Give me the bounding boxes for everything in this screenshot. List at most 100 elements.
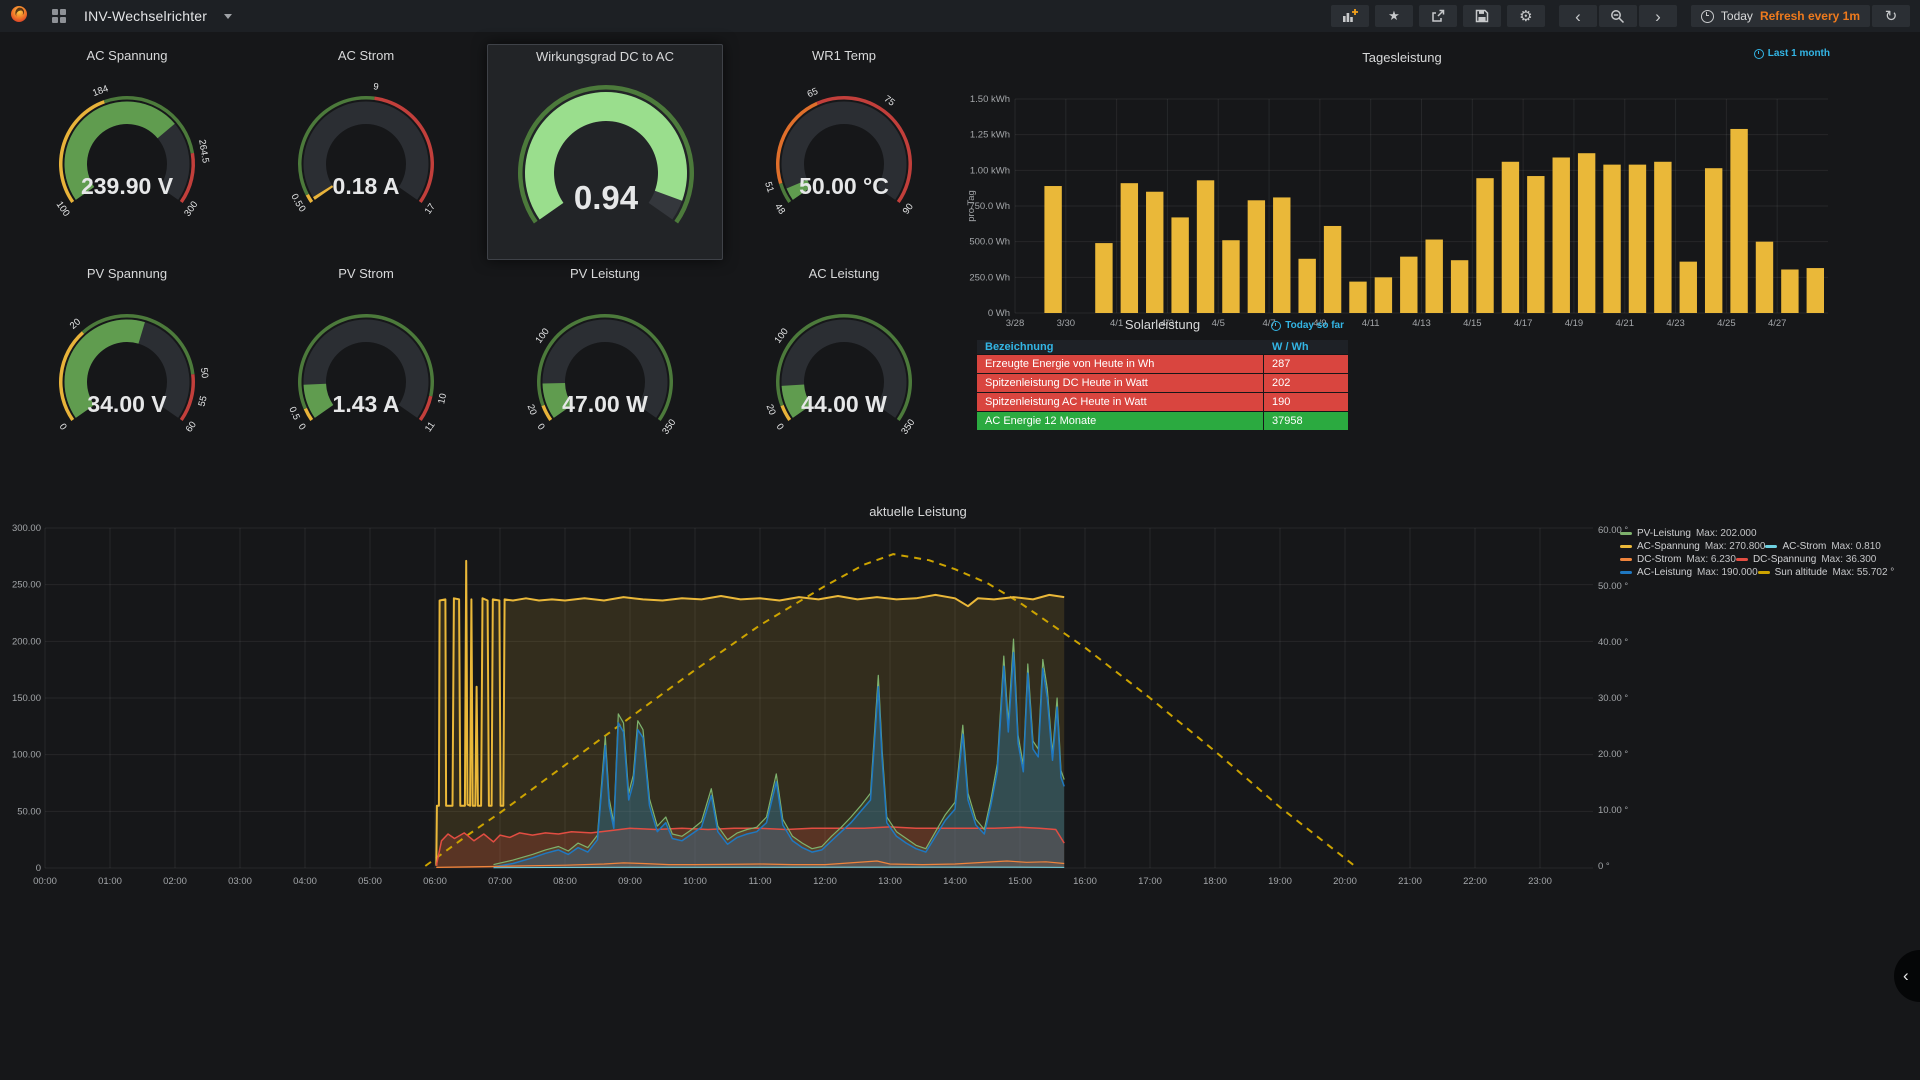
- gauge-threshold-label: 264.5: [196, 139, 211, 164]
- panel-title[interactable]: PV Strom: [248, 262, 484, 286]
- legend-item-ac-strom[interactable]: AC-StromMax: 0.810: [1765, 541, 1880, 552]
- gauge[interactable]: 100184264.5300239.90 V: [9, 68, 245, 258]
- settings-button[interactable]: ⚙: [1507, 5, 1545, 27]
- bar-4/14[interactable]: [1451, 260, 1468, 313]
- bar-4/24[interactable]: [1705, 168, 1722, 313]
- bar-4/11[interactable]: [1375, 277, 1392, 313]
- bar-4/10[interactable]: [1349, 282, 1366, 313]
- bar-4/26[interactable]: [1756, 242, 1773, 313]
- refresh-button[interactable]: ↻: [1872, 5, 1910, 27]
- share-button[interactable]: [1419, 5, 1457, 27]
- column-header[interactable]: Bezeichnung: [977, 340, 1264, 354]
- bar-4/5[interactable]: [1222, 240, 1239, 313]
- right-tick-label: 10.00 °: [1598, 805, 1628, 816]
- panel-title[interactable]: Wirkungsgrad DC to AC: [488, 45, 722, 69]
- panel-title[interactable]: PV Leistung: [487, 262, 723, 286]
- chevron-down-icon[interactable]: [224, 14, 232, 19]
- bar-4/27[interactable]: [1781, 269, 1798, 313]
- x-tick-label: 4/23: [1666, 318, 1685, 329]
- dashboard-title[interactable]: INV-Wechselrichter: [84, 8, 207, 24]
- bar-4/23[interactable]: [1680, 262, 1697, 313]
- gauge-threshold-label: 0: [57, 422, 69, 433]
- navbar: INV-Wechselrichter ★: [0, 0, 1920, 32]
- right-tick-label: 30.00 °: [1598, 693, 1628, 704]
- legend-series-max: Max: 36.300: [1821, 554, 1876, 565]
- zoom-out-button[interactable]: [1599, 5, 1637, 27]
- gauge[interactable]: 02050556034.00 V: [9, 286, 245, 476]
- star-button[interactable]: ★: [1375, 5, 1413, 27]
- time-forward-button[interactable]: ›: [1639, 5, 1677, 27]
- row-value: 202: [1264, 374, 1348, 392]
- legend-item-sun-altitude[interactable]: Sun altitudeMax: 55.702 °: [1758, 567, 1895, 578]
- legend-item-ac-leistung[interactable]: AC-LeistungMax: 190.000: [1620, 567, 1758, 578]
- bar-4/1[interactable]: [1121, 183, 1138, 313]
- x-tick-label: 20:00: [1333, 876, 1357, 887]
- bar-4/7[interactable]: [1273, 197, 1290, 313]
- add-panel-button[interactable]: [1331, 5, 1369, 27]
- panel-solarleistung: Solarleistung Today so far Bezeichnung W…: [977, 315, 1348, 435]
- panel-tagesleistung: Tagesleistung Last 1 month 0 Wh250.0 Wh5…: [962, 40, 1842, 310]
- bar-4/20[interactable]: [1603, 165, 1620, 313]
- bar-4/16[interactable]: [1502, 162, 1519, 313]
- bar-4/2[interactable]: [1146, 192, 1163, 313]
- legend-series-name: AC-Leistung: [1637, 567, 1692, 578]
- left-tick-label: 0: [36, 863, 41, 874]
- bar-4/17[interactable]: [1527, 176, 1544, 313]
- gauge[interactable]: 485165759050.00 °C: [726, 68, 962, 258]
- legend-item-dc-spannung[interactable]: DC-SpannungMax: 36.300: [1736, 554, 1876, 565]
- legend-row: DC-StromMax: 6.230DC-SpannungMax: 36.300: [1620, 553, 1894, 566]
- bar-4/9[interactable]: [1324, 226, 1341, 313]
- gauge-threshold-label: 48: [772, 202, 787, 217]
- bar-3/29[interactable]: [1044, 186, 1061, 313]
- legend-item-pv-leistung[interactable]: PV-LeistungMax: 202.000: [1620, 528, 1757, 539]
- gauge-threshold-label: 100: [54, 199, 72, 218]
- panel-title[interactable]: AC Strom: [248, 44, 484, 68]
- legend-item-ac-spannung[interactable]: AC-SpannungMax: 270.800: [1620, 541, 1765, 552]
- grafana-logo-icon[interactable]: [10, 5, 28, 28]
- legend-series-name: PV-Leistung: [1637, 528, 1691, 539]
- x-tick-label: 19:00: [1268, 876, 1292, 887]
- bar-4/15[interactable]: [1476, 178, 1493, 313]
- gauge-threshold-label: 75: [882, 94, 897, 109]
- panel-title-tagesleistung[interactable]: Tagesleistung: [962, 46, 1842, 70]
- bar-4/4[interactable]: [1197, 180, 1214, 313]
- bar-4/19[interactable]: [1578, 153, 1595, 313]
- bar-4/6[interactable]: [1248, 200, 1265, 313]
- bar-4/22[interactable]: [1654, 162, 1671, 313]
- bar-4/8[interactable]: [1298, 259, 1315, 313]
- tagesleistung-bar-chart[interactable]: 0 Wh250.0 Wh500.0 Wh750.0 Wh1.00 kWh1.25…: [962, 70, 1842, 336]
- bar-4/13[interactable]: [1426, 240, 1443, 313]
- column-header[interactable]: W / Wh: [1264, 340, 1309, 354]
- panel-title[interactable]: AC Spannung: [9, 44, 245, 68]
- save-button[interactable]: [1463, 5, 1501, 27]
- bar-4/3[interactable]: [1171, 217, 1188, 313]
- collapse-button[interactable]: ‹: [1894, 950, 1920, 1002]
- row-value: 37958: [1264, 412, 1348, 430]
- bar-3/31[interactable]: [1095, 243, 1112, 313]
- gauge[interactable]: 0.94: [488, 69, 724, 259]
- time-nav-group: ‹ ›: [1559, 5, 1677, 27]
- refresh-interval-label[interactable]: Refresh every 1m: [1760, 9, 1860, 23]
- gauge[interactable]: 02010035047.00 W: [487, 286, 723, 476]
- gauge[interactable]: 02010035044.00 W: [726, 286, 962, 476]
- bar-4/12[interactable]: [1400, 257, 1417, 313]
- panel-title[interactable]: AC Leistung: [726, 262, 962, 286]
- bar-4/18[interactable]: [1553, 157, 1570, 313]
- x-tick-label: 05:00: [358, 876, 382, 887]
- bar-4/28[interactable]: [1807, 268, 1824, 313]
- panel-title[interactable]: WR1 Temp: [726, 44, 962, 68]
- gauge[interactable]: 00.510111.43 A: [248, 286, 484, 476]
- time-range-button[interactable]: Today Refresh every 1m: [1691, 5, 1870, 27]
- panel-title[interactable]: PV Spannung: [9, 262, 245, 286]
- legend-swatch: [1620, 571, 1632, 574]
- legend-series-name: Sun altitude: [1775, 567, 1828, 578]
- gauge-threshold-label: 65: [806, 86, 820, 100]
- bar-4/21[interactable]: [1629, 165, 1646, 313]
- time-back-button[interactable]: ‹: [1559, 5, 1597, 27]
- gauge[interactable]: 00.59170.18 A: [248, 68, 484, 258]
- chevron-right-icon: ›: [1655, 9, 1661, 24]
- bar-4/25[interactable]: [1730, 129, 1747, 313]
- dashboard-grid-icon[interactable]: [52, 9, 66, 23]
- legend-swatch: [1736, 558, 1748, 561]
- legend-item-dc-strom[interactable]: DC-StromMax: 6.230: [1620, 554, 1736, 565]
